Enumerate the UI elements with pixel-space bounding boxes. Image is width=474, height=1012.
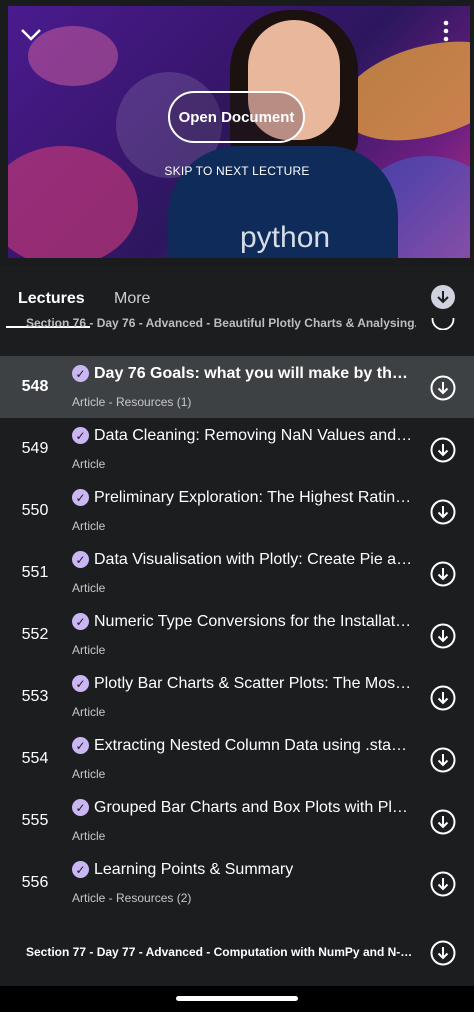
lecture-row[interactable]: 551 ✓ Data Visualisation with Plotly: Crea…: [0, 542, 474, 604]
lecture-number: 550: [21, 502, 49, 519]
lecture-number: 553: [21, 688, 49, 705]
tab-lectures[interactable]: Lectures: [18, 290, 85, 308]
skip-to-next-lecture-link[interactable]: SKIP TO NEXT LECTURE: [140, 164, 334, 178]
chevron-down-icon[interactable]: [20, 20, 42, 46]
lecture-row[interactable]: 548 ✓ Day 76 Goals: what you will make by …: [0, 356, 474, 418]
video-player[interactable]: python Open Document SKIP TO NEXT LECTUR…: [0, 0, 474, 266]
lecture-row[interactable]: 549 ✓ Data Cleaning: Removing NaN Values a…: [0, 418, 474, 480]
lecture-number: 551: [21, 564, 49, 581]
lecture-title: Day 76 Goals: what you will make by the …: [94, 365, 414, 382]
lecture-row[interactable]: 553 ✓ Plotly Bar Charts & Scatter Plots: T…: [0, 666, 474, 728]
lecture-meta: Article - Resources (2): [72, 891, 192, 905]
download-icon[interactable]: [430, 871, 456, 897]
check-circle-icon: ✓: [72, 551, 89, 568]
lecture-number: 549: [21, 440, 49, 457]
download-icon[interactable]: [430, 375, 456, 401]
lecture-title: Learning Points & Summary: [94, 861, 294, 878]
lecture-meta: Article: [72, 581, 106, 595]
lecture-meta: Article - Resources (1): [72, 395, 192, 409]
lecture-meta: Article: [72, 767, 106, 781]
check-circle-icon: ✓: [72, 365, 89, 382]
check-circle-icon: ✓: [72, 613, 89, 630]
lecture-number: 552: [21, 626, 49, 643]
lecture-title: Data Visualisation with Plotly: Create P…: [94, 551, 414, 568]
lecture-title: Grouped Bar Charts and Box Plots with Pl…: [94, 799, 414, 816]
lecture-title: Plotly Bar Charts & Scatter Plots: The M…: [94, 675, 414, 692]
lecture-title: Data Cleaning: Removing NaN Values and D…: [94, 427, 414, 444]
lecture-number: 554: [21, 750, 49, 767]
lecture-meta: Article: [72, 519, 106, 533]
section-title: Section 77 - Day 77 - Advanced - Computa…: [26, 945, 416, 959]
lecture-row[interactable]: 550 ✓ Preliminary Exploration: The Highest…: [0, 480, 474, 542]
download-icon[interactable]: [430, 623, 456, 649]
lecture-meta: Article: [72, 643, 106, 657]
lecture-meta: Article: [72, 829, 106, 843]
check-circle-icon: ✓: [72, 427, 89, 444]
more-vertical-icon[interactable]: [440, 20, 452, 46]
section-header-77[interactable]: Section 77 - Day 77 - Advanced - Computa…: [0, 918, 474, 984]
tab-more[interactable]: More: [114, 290, 150, 308]
shirt-python-text: python: [240, 221, 331, 254]
download-icon[interactable]: [431, 318, 455, 330]
check-circle-icon: ✓: [72, 737, 89, 754]
lecture-number: 548: [21, 378, 49, 395]
lecture-meta: Article: [72, 705, 106, 719]
lecture-number: 556: [21, 874, 49, 891]
download-icon[interactable]: [430, 809, 456, 835]
download-icon[interactable]: [430, 561, 456, 587]
home-indicator[interactable]: [176, 996, 298, 1001]
lecture-row[interactable]: 556 ✓ Learning Points & Summary Article - R…: [0, 852, 474, 914]
lecture-row[interactable]: 555 ✓ Grouped Bar Charts and Box Plots wit…: [0, 790, 474, 852]
lecture-meta: Article: [72, 457, 106, 471]
download-all-icon[interactable]: [431, 285, 455, 309]
download-icon[interactable]: [430, 437, 456, 463]
download-icon[interactable]: [430, 940, 456, 966]
download-icon[interactable]: [430, 747, 456, 773]
lecture-number: 555: [21, 812, 49, 829]
lecture-list: 548 ✓ Day 76 Goals: what you will make by …: [0, 356, 474, 914]
check-circle-icon: ✓: [72, 675, 89, 692]
lecture-title: Extracting Nested Column Data using .sta…: [94, 737, 414, 754]
check-circle-icon: ✓: [72, 799, 89, 816]
section-header-76[interactable]: Section 76 - Day 76 - Advanced - Beautif…: [26, 316, 416, 330]
lecture-row[interactable]: 552 ✓ Numeric Type Conversions for the Ins…: [0, 604, 474, 666]
check-circle-icon: ✓: [72, 489, 89, 506]
check-circle-icon: ✓: [72, 861, 89, 878]
lecture-title: Preliminary Exploration: The Highest Rat…: [94, 489, 414, 506]
open-document-button[interactable]: Open Document: [168, 91, 305, 143]
lecture-row[interactable]: 554 ✓ Extracting Nested Column Data using …: [0, 728, 474, 790]
download-icon[interactable]: [430, 685, 456, 711]
lecture-title: Numeric Type Conversions for the Install…: [94, 613, 414, 630]
download-icon[interactable]: [430, 499, 456, 525]
